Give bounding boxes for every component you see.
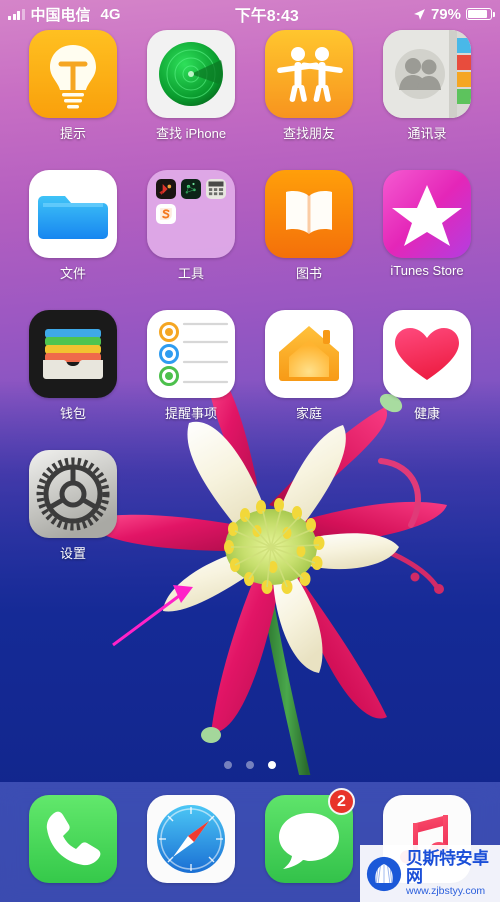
site-watermark: 贝斯特安卓网 www.zjbstyy.com bbox=[360, 845, 500, 902]
app-icon-settings[interactable]: 设置 bbox=[14, 450, 132, 562]
health-heart-icon bbox=[383, 310, 471, 398]
contacts-book-icon bbox=[383, 30, 471, 118]
app-label: 查找 iPhone bbox=[155, 126, 227, 141]
app-label: 图书 bbox=[295, 266, 322, 281]
battery-icon bbox=[466, 8, 495, 20]
settings-gear-icon bbox=[29, 450, 117, 538]
sogou-input-icon bbox=[156, 204, 176, 224]
wallet-cards-icon bbox=[29, 310, 117, 398]
app-icon-tips[interactable]: 提示 bbox=[14, 30, 132, 142]
shell-logo-icon bbox=[366, 856, 402, 891]
app-icon-books[interactable]: 图书 bbox=[250, 170, 368, 282]
app-label: 钱包 bbox=[59, 406, 86, 421]
app-label: 工具 bbox=[177, 266, 204, 281]
books-open-book-icon bbox=[265, 170, 353, 258]
files-folder-icon bbox=[29, 170, 117, 258]
messages-badge: 2 bbox=[328, 788, 355, 815]
app-label: 查找朋友 bbox=[282, 126, 335, 141]
app-label: 文件 bbox=[59, 266, 86, 281]
app-grid: 提示 查找 iPhone 查找朋友 通讯录 文件 工具 图书 iTunes St… bbox=[0, 30, 500, 562]
app-icon-reminders[interactable]: 提醒事项 bbox=[132, 310, 250, 422]
app-label: 提醒事项 bbox=[164, 406, 217, 421]
dock-item-phone[interactable] bbox=[14, 795, 132, 883]
itunes-store-star-icon bbox=[383, 170, 471, 258]
home-house-icon bbox=[265, 310, 353, 398]
reminders-list-icon bbox=[147, 310, 235, 398]
status-bar-clock: 下午8:43 bbox=[234, 8, 299, 25]
app-label: 家庭 bbox=[295, 406, 322, 421]
app-label: 提示 bbox=[59, 126, 86, 141]
page-dot-3-active[interactable] bbox=[268, 761, 276, 769]
folder-mini-grid bbox=[147, 170, 235, 258]
battery-percent: 79% bbox=[430, 5, 461, 23]
dock-item-messages[interactable]: 2 bbox=[250, 788, 368, 883]
app-icon-itunes-store[interactable]: iTunes Store bbox=[368, 170, 486, 282]
location-arrow-icon bbox=[414, 8, 425, 20]
app-folder-tools[interactable]: 工具 bbox=[132, 170, 250, 282]
app-icon-home[interactable]: 家庭 bbox=[250, 310, 368, 422]
watermark-text: 贝斯特安卓网 www.zjbstyy.com bbox=[406, 850, 496, 897]
iphone-home-screen: 中国电信 4G 下午8:43 79% 提示 查找 iPhone 查找朋友 通讯录… bbox=[0, 0, 500, 902]
app-icon-files[interactable]: 文件 bbox=[14, 170, 132, 282]
find-iphone-radar-icon bbox=[147, 30, 235, 118]
app-dark-red-icon bbox=[156, 179, 176, 199]
network-type: 4G bbox=[100, 5, 121, 23]
app-icon-find-iphone[interactable]: 查找 iPhone bbox=[132, 30, 250, 142]
page-dot-2[interactable] bbox=[246, 761, 254, 769]
app-icon-contacts[interactable]: 通讯录 bbox=[368, 30, 486, 142]
watermark-url: www.zjbstyy.com bbox=[406, 884, 486, 897]
tips-lightbulb-icon bbox=[29, 30, 117, 118]
app-label: 设置 bbox=[59, 546, 86, 561]
app-icon-wallet[interactable]: 钱包 bbox=[14, 310, 132, 422]
app-label: iTunes Store bbox=[390, 263, 464, 278]
tools-folder-icon bbox=[147, 170, 235, 258]
calculator-icon bbox=[206, 179, 226, 199]
status-bar-right: 79% bbox=[413, 5, 495, 23]
watermark-title: 贝斯特安卓网 bbox=[406, 849, 489, 886]
carrier-name: 中国电信 bbox=[30, 6, 91, 24]
status-bar: 中国电信 4G 下午8:43 79% bbox=[0, 0, 500, 28]
app-label: 健康 bbox=[413, 406, 440, 421]
app-icon-find-friends[interactable]: 查找朋友 bbox=[250, 30, 368, 142]
find-friends-people-icon bbox=[265, 30, 353, 118]
dock-item-safari[interactable] bbox=[132, 795, 250, 883]
signal-bars-icon bbox=[8, 8, 25, 20]
app-icon-health[interactable]: 健康 bbox=[368, 310, 486, 422]
page-dot-1[interactable] bbox=[224, 761, 232, 769]
page-indicator-dots[interactable] bbox=[0, 761, 500, 769]
safari-compass-icon bbox=[147, 795, 235, 883]
phone-handset-icon bbox=[29, 795, 117, 883]
app-dark-green-icon bbox=[181, 179, 201, 199]
app-label: 通讯录 bbox=[407, 126, 447, 141]
status-bar-left: 中国电信 4G bbox=[8, 4, 121, 25]
